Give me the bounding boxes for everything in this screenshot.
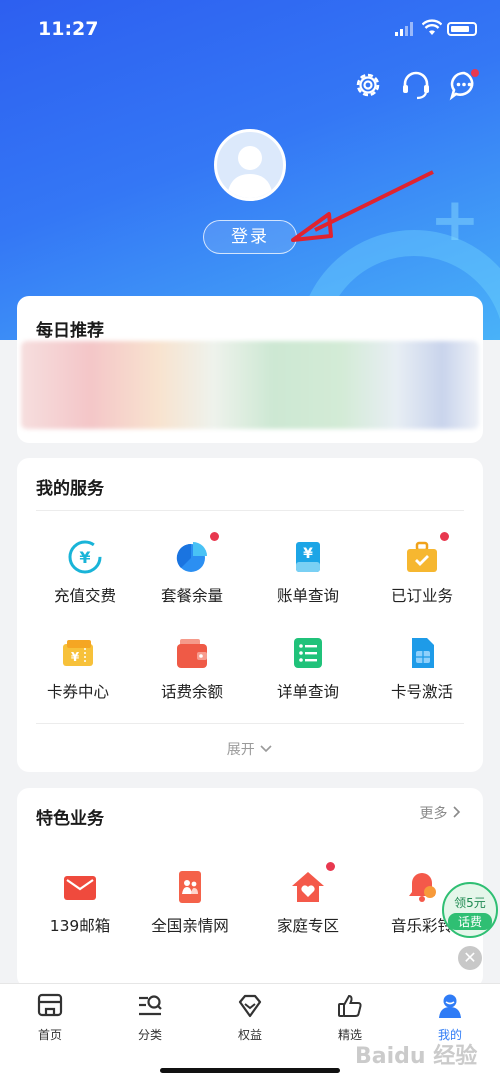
thumbs-up-icon (338, 994, 362, 1017)
my-services-card: 我的服务 ¥ 充值交费 套餐余量 ¥ 账单查询 已订业务 ¥ 卡券中心 话费余额… (17, 458, 483, 772)
daily-recommend-card: 每日推荐 (17, 296, 483, 443)
service-label: 账单查询 (276, 587, 339, 605)
expand-toggle[interactable]: 展开 (17, 739, 483, 759)
category-search-icon (139, 995, 162, 1016)
tab-rights[interactable]: 权益 (210, 992, 290, 1043)
featured-family-network[interactable]: 全国亲情网 (135, 870, 245, 936)
mail-icon (63, 870, 97, 904)
service-label: 套餐余量 (160, 587, 223, 605)
recharge-icon: ¥ (68, 540, 102, 574)
signal-icon (395, 22, 413, 36)
service-label: 卡券中心 (46, 683, 109, 701)
featured-services-title: 特色业务 (36, 809, 104, 829)
watermark: Baidu 经验 (355, 1044, 478, 1069)
promo-line1: 领5元 (454, 896, 486, 910)
avatar[interactable] (214, 129, 286, 201)
tab-selected[interactable]: 精选 (310, 992, 390, 1043)
battery-icon (447, 22, 477, 36)
service-label: 充值交费 (53, 587, 116, 605)
sim-card-icon (405, 636, 439, 670)
briefcase-icon (405, 532, 449, 574)
badge-dot (210, 532, 219, 541)
diamond-icon (238, 994, 262, 1018)
home-icon (37, 993, 63, 1017)
tab-label: 分类 (137, 1028, 162, 1042)
tab-mine[interactable]: 我的 (410, 992, 490, 1043)
more-link[interactable]: 更多 (420, 803, 461, 823)
featured-family-zone[interactable]: 家庭专区 (253, 862, 363, 936)
featured-139-mail[interactable]: 139邮箱 (25, 870, 135, 936)
service-balance[interactable]: 话费余额 (137, 636, 247, 702)
profile-header: + 11:27 登录 (0, 0, 500, 340)
daily-recommend-title: 每日推荐 (36, 321, 104, 341)
annotation-arrow (291, 170, 434, 242)
divider (36, 510, 464, 511)
status-time: 11:27 (38, 18, 99, 40)
wallet-icon (175, 636, 209, 670)
more-label: 更多 (419, 806, 448, 822)
service-recharge[interactable]: ¥ 充值交费 (30, 540, 140, 606)
promo-bubble: 领5元 话费 (442, 882, 498, 938)
floating-promo[interactable]: 领5元 话费 (440, 882, 500, 944)
promo-line2: 话费 (448, 913, 492, 930)
expand-label: 展开 (226, 742, 255, 758)
tab-label: 权益 (237, 1028, 262, 1042)
service-detail-query[interactable]: 详单查询 (253, 636, 363, 702)
list-icon (291, 636, 325, 670)
chevron-right-icon (453, 806, 461, 818)
svg-text:¥: ¥ (79, 548, 90, 567)
user-icon (439, 994, 461, 1018)
bell-icon (405, 870, 439, 904)
customer-service-headset-icon[interactable] (399, 68, 433, 102)
close-promo-icon[interactable]: ✕ (458, 946, 482, 970)
recommend-banner[interactable] (21, 341, 479, 429)
status-bar: 11:27 (0, 0, 500, 60)
default-avatar-icon (227, 146, 273, 198)
chevron-down-icon (260, 745, 272, 753)
divider (36, 723, 464, 724)
message-bubble-icon[interactable] (447, 68, 481, 102)
featured-services-card: 特色业务 更多 139邮箱 全国亲情网 家庭专区 音乐彩铃 (17, 788, 483, 988)
family-phone-icon (173, 870, 207, 904)
tab-label: 首页 (37, 1028, 62, 1042)
my-services-title: 我的服务 (36, 479, 104, 499)
service-label: 全国亲情网 (151, 917, 229, 935)
badge-dot (326, 862, 335, 871)
coupon-icon: ¥ (61, 636, 95, 670)
service-coupon-center[interactable]: ¥ 卡券中心 (23, 636, 133, 702)
badge-dot (440, 532, 449, 541)
settings-gear-icon[interactable] (351, 68, 385, 102)
bill-icon: ¥ (291, 540, 325, 574)
tab-home[interactable]: 首页 (10, 992, 90, 1043)
home-heart-icon (291, 862, 335, 904)
service-label: 139邮箱 (49, 917, 111, 935)
service-label: 卡号激活 (390, 683, 453, 701)
service-label: 详单查询 (276, 683, 339, 701)
service-bill-query[interactable]: ¥ 账单查询 (253, 540, 363, 606)
home-indicator (160, 1068, 340, 1073)
service-label: 家庭专区 (276, 917, 339, 935)
service-label: 话费余额 (160, 683, 223, 701)
service-card-activation[interactable]: 卡号激活 (367, 636, 477, 702)
login-button[interactable]: 登录 (203, 220, 297, 254)
wifi-icon (422, 19, 442, 35)
pie-chart-icon (175, 532, 219, 574)
service-package-balance[interactable]: 套餐余量 (137, 532, 247, 606)
service-subscribed[interactable]: 已订业务 (367, 532, 477, 606)
svg-text:¥: ¥ (303, 546, 313, 562)
service-label: 已订业务 (390, 587, 453, 605)
tab-category[interactable]: 分类 (110, 992, 190, 1043)
header-decoration-plus: + (429, 185, 480, 255)
svg-text:¥: ¥ (71, 650, 80, 664)
